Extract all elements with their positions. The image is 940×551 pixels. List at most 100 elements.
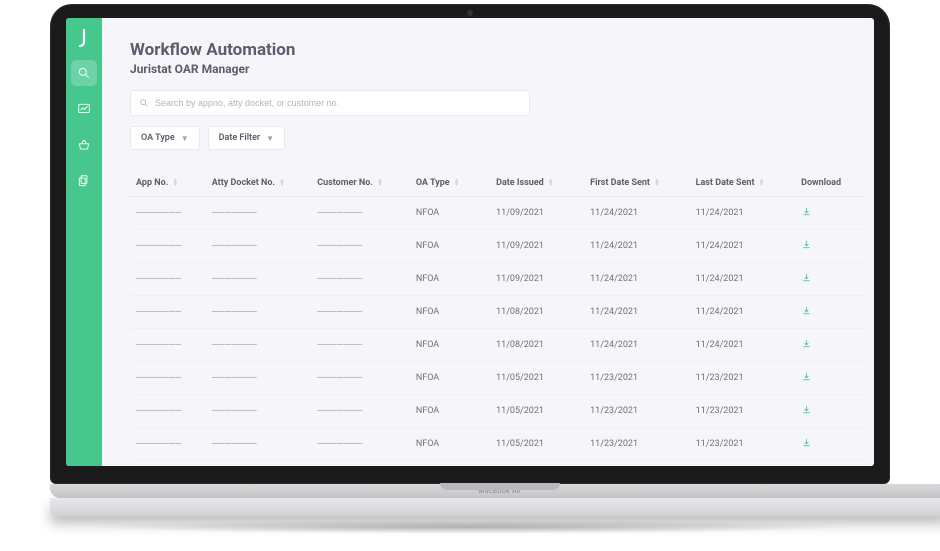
download-icon[interactable] xyxy=(801,408,812,418)
table-header-row: App No.▲▼ Atty Docket No.▲▼ Customer No.… xyxy=(130,170,864,197)
sidebar xyxy=(66,18,102,466)
filter-label: Date Filter xyxy=(219,133,261,143)
download-icon[interactable] xyxy=(801,309,812,319)
cell-atty-docket: ——————— xyxy=(206,362,312,395)
app-window: Workflow Automation Juristat OAR Manager… xyxy=(66,18,874,466)
caret-down-icon: ▼ xyxy=(266,134,274,143)
filter-label: OA Type xyxy=(141,133,175,143)
col-atty-docket[interactable]: Atty Docket No.▲▼ xyxy=(206,170,312,197)
nav-docs[interactable] xyxy=(71,168,97,194)
laptop-shadow xyxy=(90,520,850,534)
download-icon[interactable] xyxy=(801,441,812,451)
table-row: —————————————————————NFOA11/08/202111/24… xyxy=(130,329,864,362)
cell-oa-type: NFOA xyxy=(410,263,490,296)
cell-customer-no: ——————— xyxy=(311,329,410,362)
search-icon xyxy=(139,98,149,108)
page-title: Workflow Automation xyxy=(130,40,874,60)
results-table: App No.▲▼ Atty Docket No.▲▼ Customer No.… xyxy=(130,170,874,461)
cell-app-no: ——————— xyxy=(130,362,206,395)
cell-first-sent: 11/24/2021 xyxy=(584,329,690,362)
cell-last-sent: 11/24/2021 xyxy=(690,230,796,263)
col-date-issued[interactable]: Date Issued▲▼ xyxy=(490,170,584,197)
download-icon[interactable] xyxy=(801,342,812,352)
cell-app-no: ——————— xyxy=(130,263,206,296)
cell-atty-docket: ——————— xyxy=(206,296,312,329)
table-row: —————————————————————NFOA11/05/202111/23… xyxy=(130,428,864,461)
camera-dot xyxy=(467,10,473,16)
table-row: —————————————————————NFOA11/09/202111/24… xyxy=(130,263,864,296)
filter-oa-type[interactable]: OA Type ▼ xyxy=(130,126,200,150)
cell-date-issued: 11/05/2021 xyxy=(490,362,584,395)
page-subtitle: Juristat OAR Manager xyxy=(130,62,874,76)
cell-first-sent: 11/24/2021 xyxy=(584,296,690,329)
table-row: —————————————————————NFOA11/09/202111/24… xyxy=(130,230,864,263)
cell-app-no: ——————— xyxy=(130,230,206,263)
cell-customer-no: ——————— xyxy=(311,263,410,296)
cell-download xyxy=(795,197,864,230)
cell-download xyxy=(795,329,864,362)
cell-last-sent: 11/24/2021 xyxy=(690,296,796,329)
cell-last-sent: 11/23/2021 xyxy=(690,362,796,395)
sort-icon: ▲▼ xyxy=(279,179,285,187)
cell-oa-type: NFOA xyxy=(410,362,490,395)
download-icon[interactable] xyxy=(801,276,812,286)
download-icon[interactable] xyxy=(801,210,812,220)
trackpad-notch xyxy=(440,483,560,490)
nav-search[interactable] xyxy=(71,60,97,86)
download-icon[interactable] xyxy=(801,243,812,253)
cell-oa-type: NFOA xyxy=(410,428,490,461)
laptop-mock: Workflow Automation Juristat OAR Manager… xyxy=(50,4,890,534)
cell-last-sent: 11/24/2021 xyxy=(690,197,796,230)
cell-oa-type: NFOA xyxy=(410,329,490,362)
cell-atty-docket: ——————— xyxy=(206,329,312,362)
cell-first-sent: 11/24/2021 xyxy=(584,197,690,230)
filters-row: OA Type ▼ Date Filter ▼ xyxy=(130,126,874,150)
basket-icon xyxy=(77,138,91,152)
laptop-base-top: MacBook Air xyxy=(50,484,940,498)
cell-date-issued: 11/09/2021 xyxy=(490,197,584,230)
search-input-wrap[interactable] xyxy=(130,90,530,116)
cell-download xyxy=(795,263,864,296)
sort-icon: ▲▼ xyxy=(454,179,460,187)
cell-last-sent: 11/24/2021 xyxy=(690,329,796,362)
nav-analytics[interactable] xyxy=(71,96,97,122)
table-row: —————————————————————NFOA11/09/202111/24… xyxy=(130,197,864,230)
col-first-sent[interactable]: First Date Sent▲▼ xyxy=(584,170,690,197)
search-icon xyxy=(77,66,91,80)
sort-icon: ▲▼ xyxy=(377,179,383,187)
cell-app-no: ——————— xyxy=(130,329,206,362)
cell-atty-docket: ——————— xyxy=(206,197,312,230)
cell-date-issued: 11/09/2021 xyxy=(490,263,584,296)
col-last-sent[interactable]: Last Date Sent▲▼ xyxy=(690,170,796,197)
download-icon[interactable] xyxy=(801,375,812,385)
col-app-no[interactable]: App No.▲▼ xyxy=(130,170,206,197)
cell-last-sent: 11/23/2021 xyxy=(690,395,796,428)
cell-customer-no: ——————— xyxy=(311,296,410,329)
cell-app-no: ——————— xyxy=(130,197,206,230)
cell-customer-no: ——————— xyxy=(311,428,410,461)
col-download: Download xyxy=(795,170,864,197)
col-oa-type[interactable]: OA Type▲▼ xyxy=(410,170,490,197)
cell-app-no: ——————— xyxy=(130,395,206,428)
cell-app-no: ——————— xyxy=(130,428,206,461)
cell-first-sent: 11/24/2021 xyxy=(584,230,690,263)
sort-icon: ▲▼ xyxy=(654,179,660,187)
cell-customer-no: ——————— xyxy=(311,197,410,230)
sort-icon: ▲▼ xyxy=(548,179,554,187)
cell-date-issued: 11/08/2021 xyxy=(490,296,584,329)
table-row: —————————————————————NFOA11/08/202111/24… xyxy=(130,296,864,329)
cell-last-sent: 11/23/2021 xyxy=(690,428,796,461)
cell-download xyxy=(795,296,864,329)
col-customer-no[interactable]: Customer No.▲▼ xyxy=(311,170,410,197)
cell-oa-type: NFOA xyxy=(410,395,490,428)
cell-oa-type: NFOA xyxy=(410,296,490,329)
cell-last-sent: 11/24/2021 xyxy=(690,263,796,296)
filter-date[interactable]: Date Filter ▼ xyxy=(208,126,285,150)
cell-download xyxy=(795,395,864,428)
cell-date-issued: 11/05/2021 xyxy=(490,428,584,461)
logo-icon xyxy=(72,26,96,50)
cell-date-issued: 11/09/2021 xyxy=(490,230,584,263)
search-input[interactable] xyxy=(155,98,521,108)
nav-basket[interactable] xyxy=(71,132,97,158)
cell-first-sent: 11/23/2021 xyxy=(584,428,690,461)
